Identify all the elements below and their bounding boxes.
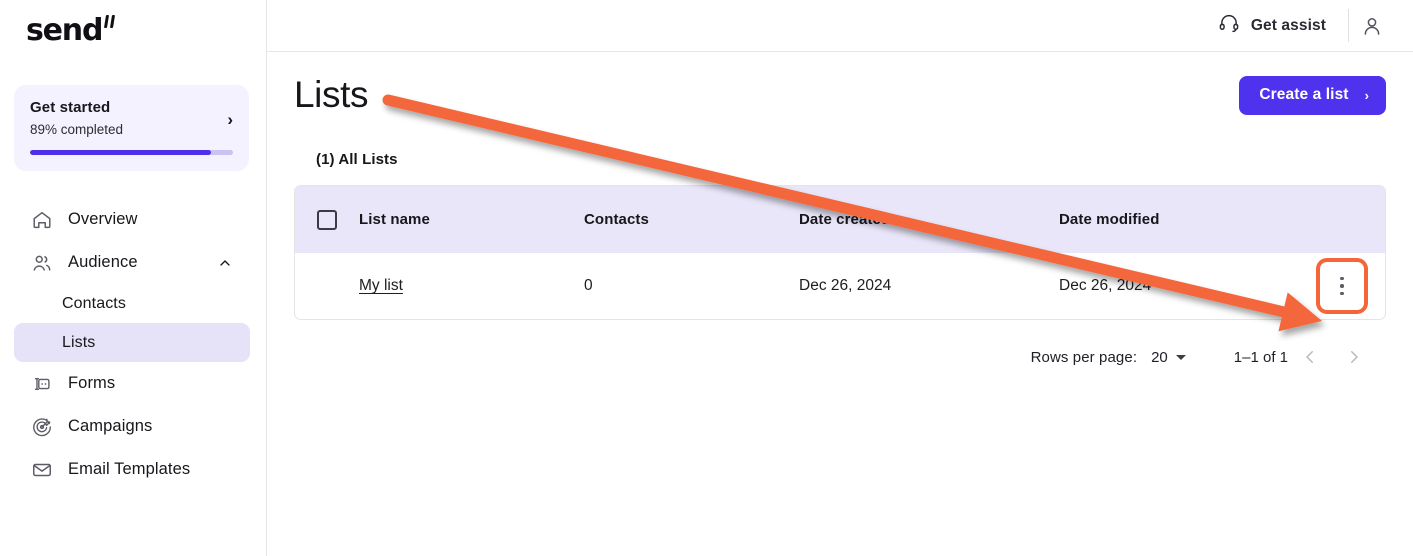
sidebar: send Get started 89% completed › Overvie… bbox=[0, 0, 267, 556]
home-icon bbox=[30, 208, 54, 232]
row-date-created-cell: Dec 26, 2024 bbox=[799, 277, 892, 294]
envelope-icon bbox=[30, 458, 54, 482]
row-list-name-cell: My list bbox=[359, 277, 584, 295]
sidebar-item-email-templates[interactable]: Email Templates bbox=[14, 448, 250, 491]
select-all-cell bbox=[295, 209, 359, 230]
sidebar-item-label: Campaigns bbox=[68, 417, 153, 435]
get-started-title: Get started bbox=[30, 99, 111, 116]
sidebar-nav: Overview Audience Contacts Lists Forms C… bbox=[0, 198, 266, 491]
column-header-list-name[interactable]: List name bbox=[359, 211, 584, 228]
create-a-list-label: Create a list bbox=[1259, 86, 1349, 103]
target-icon bbox=[30, 415, 54, 439]
column-header-date-modified[interactable]: Date modified bbox=[1059, 211, 1309, 228]
get-started-subtitle: 89% completed bbox=[30, 122, 124, 137]
table-row[interactable]: My list 0 Dec 26, 2024 Dec 26, 2024 bbox=[295, 253, 1385, 319]
row-actions-kebab-button[interactable] bbox=[1316, 258, 1368, 314]
rows-per-page-label: Rows per page: bbox=[1030, 348, 1138, 366]
top-bar: Get assist bbox=[267, 0, 1413, 52]
chevron-right-icon: › bbox=[1364, 87, 1369, 103]
sidebar-item-lists[interactable]: Lists bbox=[14, 323, 250, 362]
sidebar-item-label: Overview bbox=[68, 210, 138, 228]
main-area: Get assist Lists Create a list › (1) All… bbox=[267, 0, 1413, 556]
pagination: Rows per page: 20 1–1 of 1 bbox=[294, 338, 1386, 376]
lists-table: List name Contacts Date created Date mod… bbox=[294, 185, 1386, 320]
sidebar-item-audience[interactable]: Audience bbox=[14, 241, 250, 284]
column-header-contacts[interactable]: Contacts bbox=[584, 211, 799, 228]
sidebar-subitem-label: Contacts bbox=[62, 294, 126, 312]
user-avatar-icon[interactable] bbox=[1349, 8, 1395, 44]
pagination-range-label: 1–1 of 1 bbox=[1233, 348, 1288, 366]
get-started-progress-bar bbox=[30, 150, 233, 155]
logo-text: send bbox=[26, 13, 103, 48]
rows-per-page-select[interactable]: 20 bbox=[1151, 349, 1186, 366]
select-all-checkbox[interactable] bbox=[317, 209, 337, 230]
sidebar-item-contacts[interactable]: Contacts bbox=[14, 284, 250, 323]
users-icon bbox=[30, 251, 54, 275]
chevron-up-icon[interactable] bbox=[217, 255, 233, 271]
get-assist-label: Get assist bbox=[1250, 16, 1326, 34]
get-started-card[interactable]: Get started 89% completed › bbox=[14, 85, 249, 171]
chevron-down-icon bbox=[1175, 354, 1186, 360]
headset-icon bbox=[1218, 12, 1240, 39]
chevron-right-icon: › bbox=[227, 110, 233, 129]
logo-mark-icon bbox=[104, 15, 116, 28]
sidebar-item-label: Audience bbox=[68, 253, 138, 271]
sidebar-subitem-label: Lists bbox=[62, 333, 96, 351]
column-header-date-created[interactable]: Date created bbox=[799, 211, 1059, 228]
app-root: send Get started 89% completed › Overvie… bbox=[0, 0, 1413, 556]
row-date-modified-cell: Dec 26, 2024 bbox=[1059, 277, 1152, 294]
pagination-next-button[interactable] bbox=[1332, 338, 1376, 376]
sidebar-item-label: Email Templates bbox=[68, 460, 191, 478]
sidebar-item-label: Forms bbox=[68, 374, 116, 392]
pagination-prev-button[interactable] bbox=[1288, 338, 1332, 376]
create-a-list-button[interactable]: Create a list › bbox=[1239, 75, 1386, 115]
form-input-icon bbox=[30, 372, 54, 396]
page-content: Lists Create a list › (1) All Lists List… bbox=[267, 52, 1413, 376]
page-title: Lists bbox=[294, 74, 369, 115]
rows-per-page-value: 20 bbox=[1151, 348, 1168, 366]
sidebar-item-overview[interactable]: Overview bbox=[14, 198, 250, 241]
row-contacts-cell: 0 bbox=[584, 277, 593, 294]
table-header-row: List name Contacts Date created Date mod… bbox=[295, 186, 1385, 253]
all-lists-label: (1) All Lists bbox=[316, 151, 398, 168]
sidebar-item-campaigns[interactable]: Campaigns bbox=[14, 405, 250, 448]
page-header: Lists Create a list › bbox=[294, 52, 1386, 116]
row-actions-cell bbox=[1309, 258, 1385, 314]
list-name-link[interactable]: My list bbox=[359, 277, 403, 295]
get-assist-button[interactable]: Get assist bbox=[1218, 12, 1348, 39]
app-logo[interactable]: send bbox=[0, 0, 266, 52]
sidebar-item-forms[interactable]: Forms bbox=[14, 362, 250, 405]
